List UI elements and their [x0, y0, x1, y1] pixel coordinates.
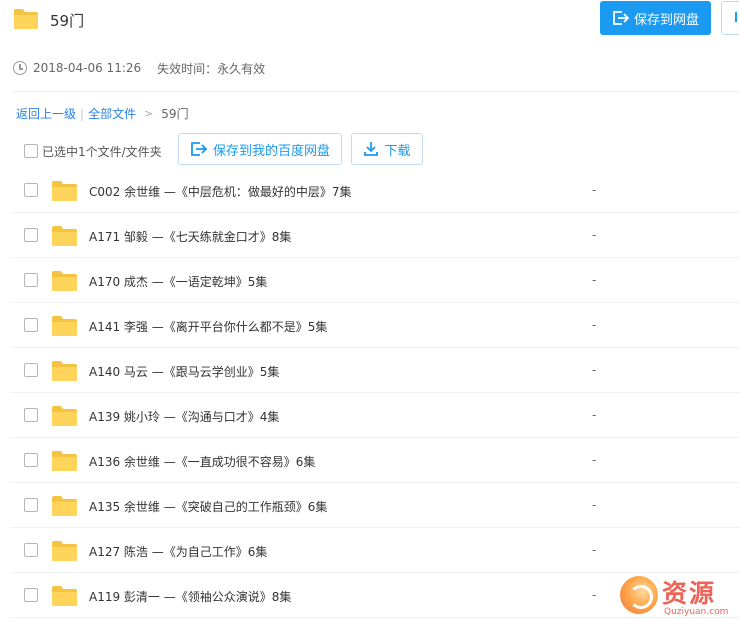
file-row[interactable]: A135 余世维 —《突破自己的工作瓶颈》6集 -: [10, 483, 739, 528]
download-button[interactable]: 下载: [351, 133, 423, 165]
breadcrumb: 返回上一级 | 全部文件 > 59门: [16, 105, 189, 122]
row-checkbox[interactable]: [24, 273, 38, 287]
file-name[interactable]: A141 李强 —《离开平台你什么都不是》5集: [89, 318, 327, 335]
file-size: -: [592, 453, 597, 467]
breadcrumb-current: 59门: [161, 107, 189, 121]
toolbar: 已选中1个文件/文件夹 保存到我的百度网盘 下载: [24, 133, 739, 165]
folder-icon: [52, 451, 77, 471]
download-label: 下载: [384, 143, 411, 159]
file-size: -: [592, 183, 597, 197]
file-name[interactable]: A127 陈浩 —《为自己工作》6集: [89, 543, 267, 560]
row-checkbox[interactable]: [24, 498, 38, 512]
row-checkbox[interactable]: [24, 228, 38, 242]
file-row[interactable]: A170 成杰 —《一语定乾坤》5集 -: [10, 258, 739, 303]
selection-count-label: 已选中1个文件/文件夹: [42, 145, 162, 159]
file-row[interactable]: A141 李强 —《离开平台你什么都不是》5集 -: [10, 303, 739, 348]
file-row[interactable]: A127 陈浩 —《为自己工作》6集 -: [10, 528, 739, 573]
folder-icon: [52, 406, 77, 426]
row-checkbox[interactable]: [24, 453, 38, 467]
file-size: -: [592, 498, 597, 512]
select-all-checkbox[interactable]: [24, 144, 38, 158]
file-size: -: [592, 408, 597, 422]
file-size: -: [592, 588, 597, 602]
watermark-subtext: Quziyuan.com: [664, 607, 729, 617]
created-time: 2018-04-06 11:26: [33, 61, 142, 75]
breadcrumb-separator: |: [80, 106, 85, 121]
save-to-baidu-label: 保存到我的百度网盘: [212, 143, 330, 159]
save-to-netdisk-icon: [613, 11, 630, 25]
watermark-logo: 资源 Quziyuan.com: [620, 574, 739, 620]
folder-icon: [52, 361, 77, 381]
file-row[interactable]: A171 邹毅 —《七天练就金口才》8集 -: [10, 213, 739, 258]
row-checkbox[interactable]: [24, 588, 38, 602]
folder-icon: [52, 271, 77, 291]
download-icon: [735, 12, 737, 22]
row-checkbox[interactable]: [24, 318, 38, 332]
file-row[interactable]: A136 余世维 —《一直成功很不容易》6集 -: [10, 438, 739, 483]
file-size: -: [592, 543, 597, 557]
file-size: -: [592, 363, 597, 377]
file-size: -: [592, 273, 597, 287]
file-name[interactable]: A140 马云 —《跟马云学创业》5集: [89, 363, 279, 380]
file-size: -: [592, 228, 597, 242]
save-to-netdisk-icon: [191, 142, 208, 156]
breadcrumb-all-files-link[interactable]: 全部文件: [88, 105, 136, 122]
row-checkbox[interactable]: [24, 543, 38, 557]
file-list: C002 余世维 —《中层危机：做最好的中层》7集 - A171 邹毅 —《七天…: [10, 168, 739, 618]
divider: [13, 91, 739, 92]
chevron-right-icon: >: [144, 107, 154, 120]
file-row[interactable]: A140 马云 —《跟马云学创业》5集 -: [10, 348, 739, 393]
save-to-netdisk-button[interactable]: 保存到网盘: [600, 1, 711, 35]
file-row[interactable]: C002 余世维 —《中层危机：做最好的中层》7集 -: [10, 168, 739, 213]
file-name[interactable]: C002 余世维 —《中层危机：做最好的中层》7集: [89, 183, 352, 200]
row-checkbox[interactable]: [24, 408, 38, 422]
watermark-swirl-icon: [620, 576, 658, 614]
file-name[interactable]: A135 余世维 —《突破自己的工作瓶颈》6集: [89, 498, 327, 515]
download-button-partial[interactable]: [721, 1, 739, 35]
file-name[interactable]: A171 邹毅 —《七天练就金口才》8集: [89, 228, 291, 245]
folder-icon: [14, 9, 38, 29]
watermark-text: 资源: [662, 579, 717, 608]
top-bar: 59门 保存到网盘: [0, 0, 739, 40]
file-row[interactable]: A139 姚小玲 —《沟通与口才》4集 -: [10, 393, 739, 438]
page-title: 59门: [50, 12, 85, 30]
folder-icon: [52, 496, 77, 516]
file-name[interactable]: A136 余世维 —《一直成功很不容易》6集: [89, 453, 315, 470]
folder-icon: [52, 541, 77, 561]
expire-time: 失效时间：永久有效: [157, 61, 266, 76]
folder-icon: [52, 226, 77, 246]
folder-icon: [52, 586, 77, 606]
row-checkbox[interactable]: [24, 363, 38, 377]
folder-icon: [52, 316, 77, 336]
breadcrumb-back-link[interactable]: 返回上一级: [16, 105, 76, 122]
file-size: -: [592, 318, 597, 332]
save-to-netdisk-label: 保存到网盘: [633, 12, 699, 28]
download-icon: [364, 142, 379, 156]
share-meta: 2018-04-06 11:26 失效时间：永久有效: [13, 60, 265, 76]
folder-icon: [52, 181, 77, 201]
file-name[interactable]: A119 彭清一 —《领袖公众演说》8集: [89, 588, 291, 605]
save-to-baidu-button[interactable]: 保存到我的百度网盘: [178, 133, 342, 165]
file-name[interactable]: A139 姚小玲 —《沟通与口才》4集: [89, 408, 279, 425]
row-checkbox[interactable]: [24, 183, 38, 197]
file-name[interactable]: A170 成杰 —《一语定乾坤》5集: [89, 273, 267, 290]
clock-icon: [13, 61, 27, 75]
